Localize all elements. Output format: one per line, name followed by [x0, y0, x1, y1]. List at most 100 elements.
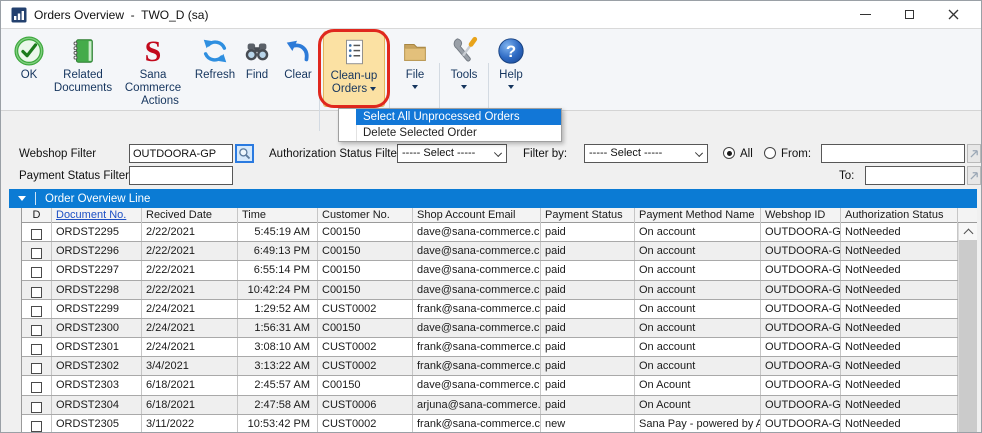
- column-header-document-no-[interactable]: Document No.: [52, 208, 142, 223]
- to-expansion-button[interactable]: [967, 166, 981, 185]
- orders-overview-window: Orders Overview - TWO_D (sa) OK Related …: [0, 0, 982, 433]
- refresh-arrows-icon: [200, 34, 230, 67]
- to-date-input[interactable]: [865, 166, 965, 185]
- menu-item-select-all-unprocessed-orders[interactable]: Select All Unprocessed Orders: [339, 109, 561, 125]
- webshop-lookup-button[interactable]: [235, 144, 254, 163]
- radio-all[interactable]: [723, 147, 735, 159]
- table-cell: CUST0002: [318, 414, 413, 432]
- cell-select: [22, 414, 52, 432]
- cell-select: [22, 376, 52, 395]
- row-checkbox[interactable]: [31, 267, 42, 279]
- table-cell: On account: [635, 299, 761, 318]
- table-row[interactable]: ORDST2303 6/18/2021 2:45:57 AM C00150 dave@s…: [22, 376, 958, 396]
- ribbon-toolbar: OK Related Documents S Sana Commerce Ref…: [1, 29, 981, 131]
- help-button[interactable]: ? Help: [489, 31, 533, 107]
- scrollbar-thumb[interactable]: [959, 240, 977, 432]
- close-button[interactable]: [932, 1, 974, 28]
- table-row[interactable]: ORDST2301 2/24/2021 3:08:10 AM CUST0002 fran…: [22, 338, 958, 358]
- row-checkbox[interactable]: [31, 363, 42, 375]
- folder-icon: [400, 34, 430, 67]
- chevron-down-icon: [493, 148, 503, 158]
- row-checkbox[interactable]: [31, 305, 42, 317]
- table-cell: 2/24/2021: [142, 338, 238, 357]
- webshop-filter-input[interactable]: [129, 144, 233, 163]
- scrollbar-up-button[interactable]: [959, 223, 977, 240]
- table-cell: C00150: [318, 376, 413, 395]
- binoculars-icon: [242, 34, 272, 67]
- row-checkbox[interactable]: [31, 401, 42, 413]
- table-cell: OUTDOORA-G: [761, 338, 841, 357]
- table-row[interactable]: ORDST2298 2/22/2021 10:42:24 PM C00150 dave@…: [22, 280, 958, 300]
- cell-select: [22, 395, 52, 414]
- filter-by-select[interactable]: ----- Select -----: [584, 144, 708, 163]
- app-chart-icon: [11, 7, 27, 23]
- table-cell: On Acount: [635, 395, 761, 414]
- table-cell: dave@sana-commerce.c: [413, 242, 541, 261]
- radio-from-label: From:: [781, 148, 812, 160]
- row-checkbox[interactable]: [31, 229, 42, 240]
- table-row[interactable]: ORDST2300 2/24/2021 1:56:31 AM C00150 dave@s…: [22, 318, 958, 339]
- column-header-payment-status: Payment Status: [541, 208, 635, 223]
- ok-check-icon: [14, 34, 44, 67]
- magnifier-icon: [239, 148, 251, 160]
- table-cell: ORDST2304: [52, 395, 142, 414]
- table-cell: frank@sana-commerce.c: [413, 299, 541, 318]
- table-cell: dave@sana-commerce.c: [413, 376, 541, 395]
- table-cell: ORDST2302: [52, 357, 142, 376]
- payment-status-filter-input[interactable]: [129, 166, 233, 185]
- table-cell: ORDST2296: [52, 242, 142, 261]
- table-cell: 3/11/2022: [142, 414, 238, 432]
- row-checkbox[interactable]: [31, 382, 42, 394]
- sana-s-icon: S: [137, 34, 169, 67]
- cell-select: [22, 299, 52, 318]
- authorization-status-select[interactable]: ----- Select -----: [397, 144, 507, 163]
- help-question-icon: ?: [496, 34, 526, 67]
- grid-options-button[interactable]: [9, 189, 35, 208]
- row-checkbox[interactable]: [31, 420, 42, 432]
- clean-up-orders-menu: Select All Unprocessed Orders Delete Sel…: [338, 108, 562, 142]
- minimize-icon: [859, 14, 871, 15]
- table-row[interactable]: ORDST2304 6/18/2021 2:47:58 AM CUST0006 arju…: [22, 395, 958, 415]
- table-row[interactable]: ORDST2297 2/22/2021 6:55:14 PM C00150 dave@s…: [22, 261, 958, 281]
- cell-select: [22, 357, 52, 376]
- radio-from[interactable]: [764, 147, 776, 159]
- table-cell: NotNeeded: [841, 299, 958, 318]
- cell-select: [22, 242, 52, 261]
- table-cell: On account: [635, 223, 761, 242]
- table-cell: 10:42:24 PM: [238, 280, 318, 299]
- table-cell: OUTDOORA-G: [761, 299, 841, 318]
- list-page-icon: [339, 35, 369, 68]
- cell-select: [22, 261, 52, 280]
- table-cell: NotNeeded: [841, 376, 958, 395]
- table-cell: 6:49:13 PM: [238, 242, 318, 261]
- authorization-status-filter-label: Authorization Status Filter: [269, 148, 401, 160]
- table-cell: NotNeeded: [841, 223, 958, 242]
- chevron-down-icon: [461, 85, 467, 89]
- file-button[interactable]: File: [393, 31, 437, 107]
- from-date-input[interactable]: [821, 144, 965, 163]
- row-checkbox[interactable]: [31, 286, 42, 298]
- table-row[interactable]: ORDST2295 2/22/2021 5:45:19 AM C00150 dave@s…: [22, 223, 958, 243]
- row-checkbox[interactable]: [31, 324, 42, 336]
- row-checkbox[interactable]: [31, 248, 42, 260]
- vertical-scrollbar[interactable]: [958, 223, 977, 432]
- chevron-down-icon: [694, 148, 704, 158]
- table-cell: CUST0002: [318, 299, 413, 318]
- table-row[interactable]: ORDST2299 2/24/2021 1:29:52 AM CUST0002 fran…: [22, 299, 958, 319]
- table-cell: dave@sana-commerce.c: [413, 280, 541, 299]
- table-row[interactable]: ORDST2305 3/11/2022 10:53:42 PM CUST0002 fra…: [22, 414, 958, 432]
- menu-item-delete-selected-order[interactable]: Delete Selected Order: [339, 125, 561, 141]
- table-cell: 1:56:31 AM: [238, 318, 318, 338]
- table-row[interactable]: ORDST2302 3/4/2021 3:13:22 AM CUST0002 frank…: [22, 357, 958, 377]
- clean-up-orders-button[interactable]: Clean-up Orders: [323, 31, 385, 107]
- table-row[interactable]: ORDST2296 2/22/2021 6:49:13 PM C00150 dave@s…: [22, 242, 958, 262]
- from-expansion-button[interactable]: [967, 144, 981, 163]
- minimize-button[interactable]: [844, 1, 886, 28]
- tools-button[interactable]: Tools: [441, 31, 487, 107]
- table-cell: paid: [541, 376, 635, 395]
- column-header-payment-method-name: Payment Method Name: [635, 208, 761, 223]
- chevron-down-icon: [370, 86, 377, 91]
- maximize-button[interactable]: [888, 1, 930, 28]
- table-cell: CUST0006: [318, 395, 413, 414]
- row-checkbox[interactable]: [31, 344, 42, 356]
